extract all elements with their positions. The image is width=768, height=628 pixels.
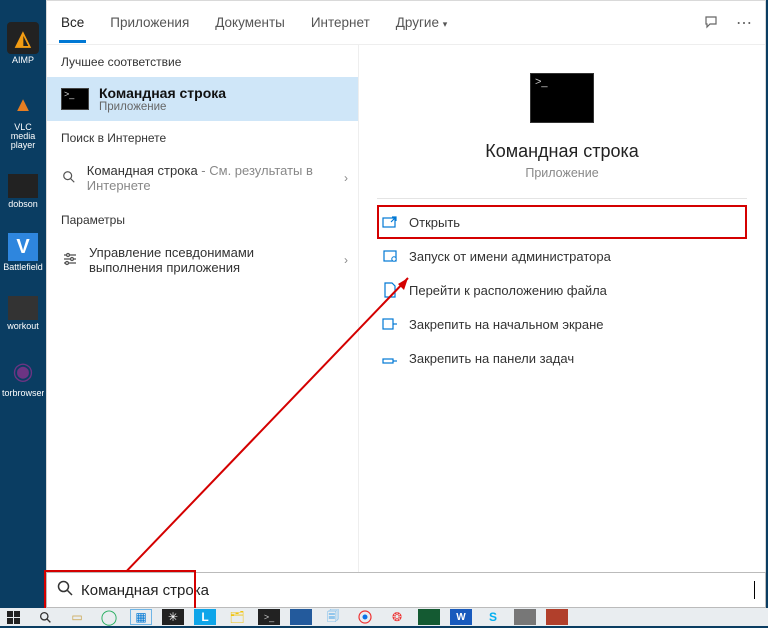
more-icon[interactable]: ⋯ <box>735 14 753 32</box>
taskbar-app[interactable]: 🗂 <box>226 609 248 625</box>
action-label: Закрепить на панели задач <box>409 351 574 366</box>
desktop-icon-torbrowser[interactable]: ◉ torbrowser <box>3 355 43 398</box>
search-flyout: Все Приложения Документы Интернет Другие… <box>46 0 766 580</box>
results-pane: Лучшее соответствие Командная строка При… <box>47 45 359 579</box>
preview-subtitle: Приложение <box>525 166 598 180</box>
desktop-icon-workout[interactable]: workout <box>3 296 43 331</box>
tab-more[interactable]: Другие ▾ <box>394 3 450 42</box>
action-open[interactable]: Открыть <box>377 205 747 239</box>
taskbar-app[interactable]: >_ <box>258 609 280 625</box>
taskbar-app[interactable]: S <box>482 609 504 625</box>
chevron-right-icon: › <box>344 253 348 267</box>
divider <box>377 198 747 199</box>
desktop-icon-aimp[interactable]: ◭ AIMP <box>3 22 43 65</box>
tab-documents[interactable]: Документы <box>213 3 287 42</box>
section-params: Параметры <box>47 203 358 235</box>
section-best-match: Лучшее соответствие <box>47 45 358 77</box>
section-web: Поиск в Интернете <box>47 121 358 153</box>
taskbar-app[interactable]: ✳ <box>162 609 184 625</box>
pin-taskbar-icon <box>381 349 399 367</box>
action-open-file-location[interactable]: Перейти к расположению файла <box>377 273 747 307</box>
settings-result-label: Управление псевдонимами выполнения прило… <box>89 245 319 275</box>
task-view-button[interactable]: ▭ <box>66 609 88 625</box>
taskbar-app[interactable] <box>354 609 376 625</box>
tab-internet[interactable]: Интернет <box>309 3 372 42</box>
pin-start-icon <box>381 315 399 333</box>
desktop-icon-vlc[interactable]: ▲ VLC media player <box>3 89 43 150</box>
taskbar-search-button[interactable] <box>34 609 56 625</box>
action-run-as-admin[interactable]: Запуск от имени администратора <box>377 239 747 273</box>
chevron-right-icon: › <box>344 171 348 185</box>
app-icon: V <box>8 233 38 261</box>
search-input-text: Командная строка <box>81 582 746 599</box>
settings-result-item[interactable]: Управление псевдонимами выполнения прило… <box>47 235 358 285</box>
taskbar: ▭ ◯ ▦ ✳ L 🗂 >_ 🗐 ❂ W S <box>0 608 768 626</box>
action-label: Открыть <box>409 215 460 230</box>
taskbar-app[interactable]: ❂ <box>386 609 408 625</box>
feedback-icon[interactable] <box>703 14 721 32</box>
app-icon <box>8 174 38 198</box>
preview-title: Командная строка <box>485 141 639 162</box>
start-button[interactable] <box>2 609 24 625</box>
best-match-item[interactable]: Командная строка Приложение <box>47 77 358 121</box>
taskbar-app[interactable]: W <box>450 609 472 625</box>
search-tabs: Все Приложения Документы Интернет Другие… <box>47 1 765 45</box>
taskbar-app[interactable] <box>290 609 312 625</box>
best-match-subtitle: Приложение <box>99 101 226 113</box>
chevron-down-icon: ▾ <box>443 19 448 29</box>
search-box[interactable]: Командная строка <box>46 572 766 608</box>
search-icon <box>61 170 77 187</box>
taskbar-app[interactable]: L <box>194 609 216 625</box>
taskbar-app[interactable] <box>418 609 440 625</box>
sliders-icon <box>61 251 79 270</box>
app-icon: ◉ <box>7 355 39 387</box>
web-result-item[interactable]: Командная строка - См. результаты в Инте… <box>47 153 358 203</box>
cmd-icon <box>530 73 594 123</box>
action-label: Перейти к расположению файла <box>409 283 607 298</box>
action-pin-taskbar[interactable]: Закрепить на панели задач <box>377 341 747 375</box>
desktop-icon-battlefield[interactable]: V Battlefield <box>3 233 43 272</box>
action-pin-start[interactable]: Закрепить на начальном экране <box>377 307 747 341</box>
desktop-icon-dobson[interactable]: dobson <box>3 174 43 209</box>
best-match-title: Командная строка <box>99 85 226 101</box>
admin-icon <box>381 247 399 265</box>
text-caret <box>754 581 755 599</box>
taskbar-app[interactable]: ◯ <box>98 609 120 625</box>
action-label: Закрепить на начальном экране <box>409 317 604 332</box>
app-icon: ▲ <box>7 89 39 121</box>
preview-pane: Командная строка Приложение Открыть Запу… <box>359 45 765 579</box>
tab-apps[interactable]: Приложения <box>108 3 191 42</box>
taskbar-app[interactable] <box>514 609 536 625</box>
action-label: Запуск от имени администратора <box>409 249 611 264</box>
cmd-icon <box>61 88 89 110</box>
web-result-term: Командная строка <box>87 163 198 178</box>
app-icon <box>8 296 38 320</box>
search-icon <box>57 580 73 601</box>
desktop: ◭ AIMP ▲ VLC media player dobson V Battl… <box>0 0 46 608</box>
tab-all[interactable]: Все <box>59 3 86 42</box>
taskbar-app[interactable] <box>546 609 568 625</box>
file-location-icon <box>381 281 399 299</box>
open-icon <box>381 213 399 231</box>
app-icon: ◭ <box>7 22 39 54</box>
taskbar-app[interactable]: 🗐 <box>322 609 344 625</box>
taskbar-app[interactable]: ▦ <box>130 609 152 625</box>
